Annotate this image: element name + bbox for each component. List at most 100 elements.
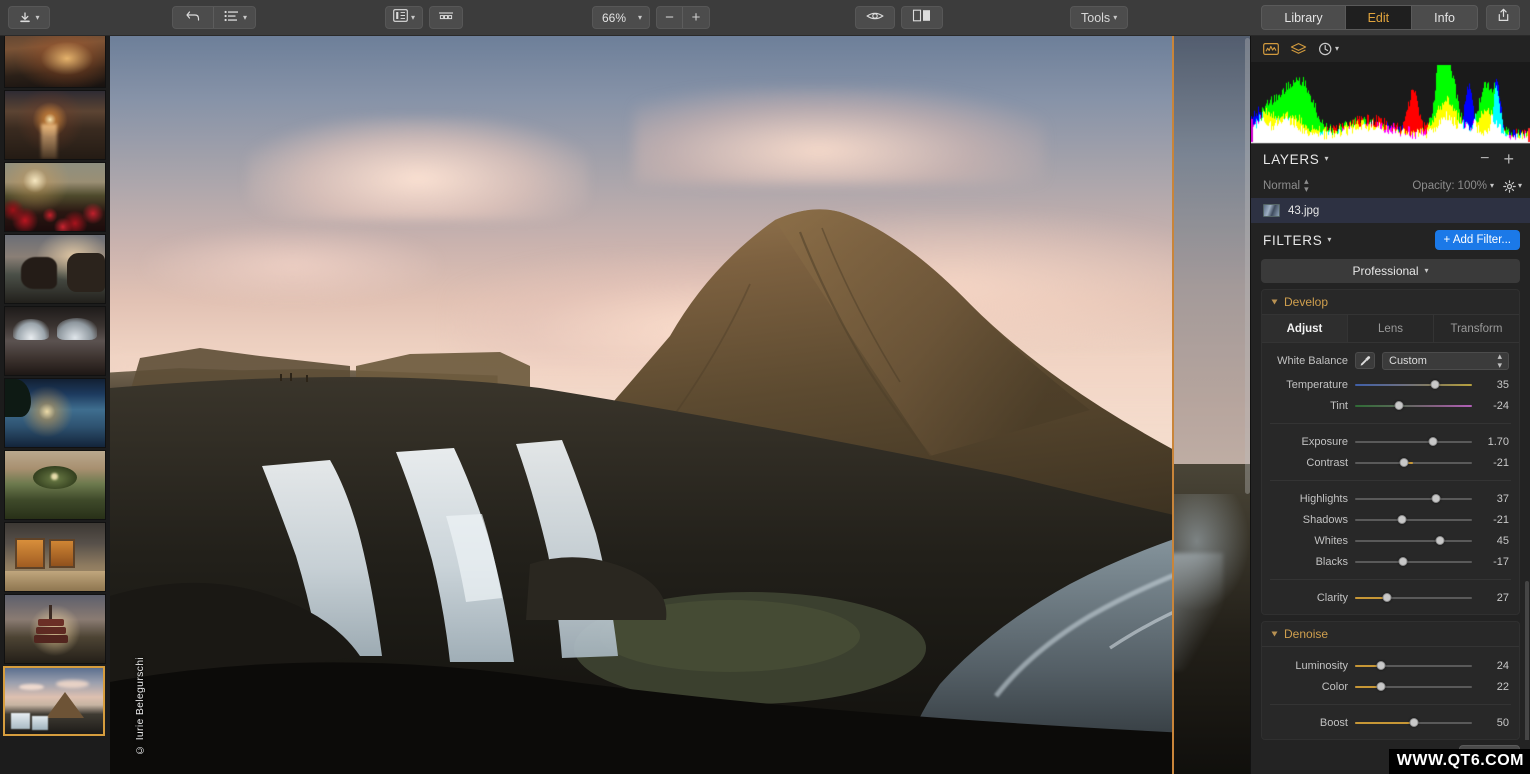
list-item[interactable] bbox=[4, 522, 106, 592]
undo-button[interactable] bbox=[173, 7, 214, 28]
share-export-button[interactable] bbox=[1486, 5, 1520, 30]
tab-adjust[interactable]: Adjust bbox=[1262, 315, 1348, 342]
undo-arrow-icon bbox=[185, 9, 201, 27]
whites-knob[interactable] bbox=[1435, 536, 1445, 545]
temperature-track[interactable] bbox=[1355, 378, 1472, 392]
temperature-knob[interactable] bbox=[1430, 380, 1440, 389]
chevron-down-icon[interactable]: ▾ bbox=[1324, 155, 1328, 163]
clarity-track[interactable] bbox=[1355, 591, 1472, 605]
blacks-track[interactable] bbox=[1355, 555, 1472, 569]
rgb-histogram bbox=[1251, 62, 1530, 144]
slider-boost[interactable]: Boost 50 bbox=[1262, 712, 1519, 733]
stepper-icon[interactable]: ▴ ▾ bbox=[1304, 177, 1309, 194]
shadows-knob[interactable] bbox=[1397, 515, 1407, 524]
list-item[interactable] bbox=[4, 90, 106, 160]
list-item[interactable] bbox=[4, 36, 106, 88]
add-filter-button[interactable]: + Add Filter... bbox=[1434, 230, 1520, 250]
share-export-icon bbox=[1497, 8, 1510, 27]
boost-track[interactable] bbox=[1355, 716, 1472, 730]
filter-group-denoise: Denoise Luminosity 24 Color 22 Boost 50 bbox=[1261, 621, 1520, 740]
tab-edit[interactable]: Edit bbox=[1345, 6, 1413, 29]
list-view-icon bbox=[224, 9, 239, 27]
canvas-scrollbar[interactable] bbox=[1245, 38, 1250, 494]
exposure-track[interactable] bbox=[1355, 435, 1472, 449]
histogram-icon[interactable] bbox=[1263, 42, 1279, 56]
color-track[interactable] bbox=[1355, 680, 1472, 694]
layers-stack-icon[interactable] bbox=[1290, 42, 1307, 56]
whites-track[interactable] bbox=[1355, 534, 1472, 548]
slider-highlights[interactable]: Highlights 37 bbox=[1262, 488, 1519, 509]
slider-tint[interactable]: Tint -24 bbox=[1262, 395, 1519, 416]
tab-transform[interactable]: Transform bbox=[1434, 315, 1519, 342]
highlights-track[interactable] bbox=[1355, 492, 1472, 506]
zoom-level-dropdown[interactable]: 66% ▾ bbox=[592, 6, 651, 29]
denoise-group-header[interactable]: Denoise bbox=[1262, 622, 1519, 647]
contrast-knob[interactable] bbox=[1399, 458, 1409, 467]
opacity-label: Opacity: bbox=[1412, 180, 1455, 192]
highlights-label: Highlights bbox=[1299, 492, 1348, 505]
slider-shadows[interactable]: Shadows -21 bbox=[1262, 509, 1519, 530]
tools-menu-button[interactable]: Tools ▾ bbox=[1070, 6, 1129, 29]
gear-settings-icon[interactable]: ▾ bbox=[1503, 179, 1522, 193]
preview-toggle-button[interactable] bbox=[855, 6, 895, 29]
filmstrip-toggle-button[interactable] bbox=[429, 6, 463, 29]
thumbnail-image bbox=[5, 307, 105, 375]
list-item[interactable] bbox=[4, 450, 106, 520]
boost-knob[interactable] bbox=[1409, 718, 1418, 727]
chevron-down-icon[interactable]: ▾ bbox=[1327, 236, 1331, 244]
exposure-knob[interactable] bbox=[1428, 437, 1438, 446]
tint-knob[interactable] bbox=[1394, 401, 1404, 410]
list-item[interactable] bbox=[4, 306, 106, 376]
layer-item-43jpg[interactable]: 43.jpg bbox=[1251, 198, 1530, 223]
list-item[interactable] bbox=[4, 594, 106, 664]
add-layer-button[interactable]: + bbox=[1499, 150, 1518, 168]
history-list-button[interactable]: ▾ bbox=[214, 7, 255, 28]
image-canvas[interactable]: © Iurie Belegurschi bbox=[110, 36, 1250, 774]
divider bbox=[1270, 423, 1511, 424]
list-item[interactable] bbox=[4, 378, 106, 448]
panel-scrollbar[interactable] bbox=[1525, 581, 1529, 740]
color-knob[interactable] bbox=[1376, 682, 1386, 691]
sidebar-toggle-button[interactable]: ▾ bbox=[385, 6, 423, 29]
clarity-knob[interactable] bbox=[1382, 593, 1392, 602]
zoom-in-button[interactable]: + bbox=[683, 7, 709, 28]
opacity-control[interactable]: Opacity: 100% ▾ bbox=[1412, 180, 1494, 192]
slider-blacks[interactable]: Blacks -17 bbox=[1262, 551, 1519, 572]
slider-whites[interactable]: Whites 45 bbox=[1262, 530, 1519, 551]
filters-scroll-area[interactable]: Develop Adjust Lens Transform White Bala… bbox=[1251, 289, 1530, 740]
before-after-split-handle[interactable] bbox=[1172, 36, 1174, 774]
slider-contrast[interactable]: Contrast -21 bbox=[1262, 452, 1519, 473]
tab-info[interactable]: Info bbox=[1412, 6, 1477, 29]
zoom-out-button[interactable]: − bbox=[657, 7, 684, 28]
tint-track[interactable] bbox=[1355, 399, 1472, 413]
eyedropper-icon[interactable] bbox=[1355, 352, 1375, 369]
tab-library[interactable]: Library bbox=[1262, 6, 1346, 29]
luminosity-knob[interactable] bbox=[1376, 661, 1386, 670]
white-balance-label: White Balance bbox=[1277, 354, 1348, 367]
slider-luminosity[interactable]: Luminosity 24 bbox=[1262, 655, 1519, 676]
slider-temperature[interactable]: Temperature 35 bbox=[1262, 374, 1519, 395]
split-compare-button[interactable] bbox=[901, 6, 943, 29]
tab-lens[interactable]: Lens bbox=[1348, 315, 1434, 342]
remove-layer-button[interactable]: − bbox=[1476, 151, 1493, 167]
list-item-selected-kirkjufell[interactable] bbox=[3, 666, 105, 736]
slider-color[interactable]: Color 22 bbox=[1262, 676, 1519, 697]
slider-exposure[interactable]: Exposure 1.70 bbox=[1262, 431, 1519, 452]
list-item[interactable] bbox=[4, 234, 106, 304]
preset-selector[interactable]: Professional ▾ bbox=[1261, 259, 1520, 283]
import-button[interactable]: ▾ bbox=[8, 6, 50, 29]
history-clock-icon[interactable]: ▾ bbox=[1318, 42, 1339, 56]
filmstrip-panel[interactable] bbox=[0, 36, 110, 774]
contrast-track[interactable] bbox=[1355, 456, 1472, 470]
white-balance-select[interactable]: Custom ▴ ▾ bbox=[1382, 351, 1509, 370]
filmstrip-icon bbox=[437, 9, 455, 27]
list-item[interactable] bbox=[4, 162, 106, 232]
luminosity-track[interactable] bbox=[1355, 659, 1472, 673]
shadows-track[interactable] bbox=[1355, 513, 1472, 527]
blend-mode-value[interactable]: Normal bbox=[1263, 180, 1300, 192]
highlights-knob[interactable] bbox=[1431, 494, 1441, 503]
slider-clarity[interactable]: Clarity 27 bbox=[1262, 587, 1519, 608]
develop-group-header[interactable]: Develop bbox=[1262, 290, 1519, 315]
blacks-knob[interactable] bbox=[1398, 557, 1408, 566]
color-value: 22 bbox=[1496, 680, 1509, 693]
